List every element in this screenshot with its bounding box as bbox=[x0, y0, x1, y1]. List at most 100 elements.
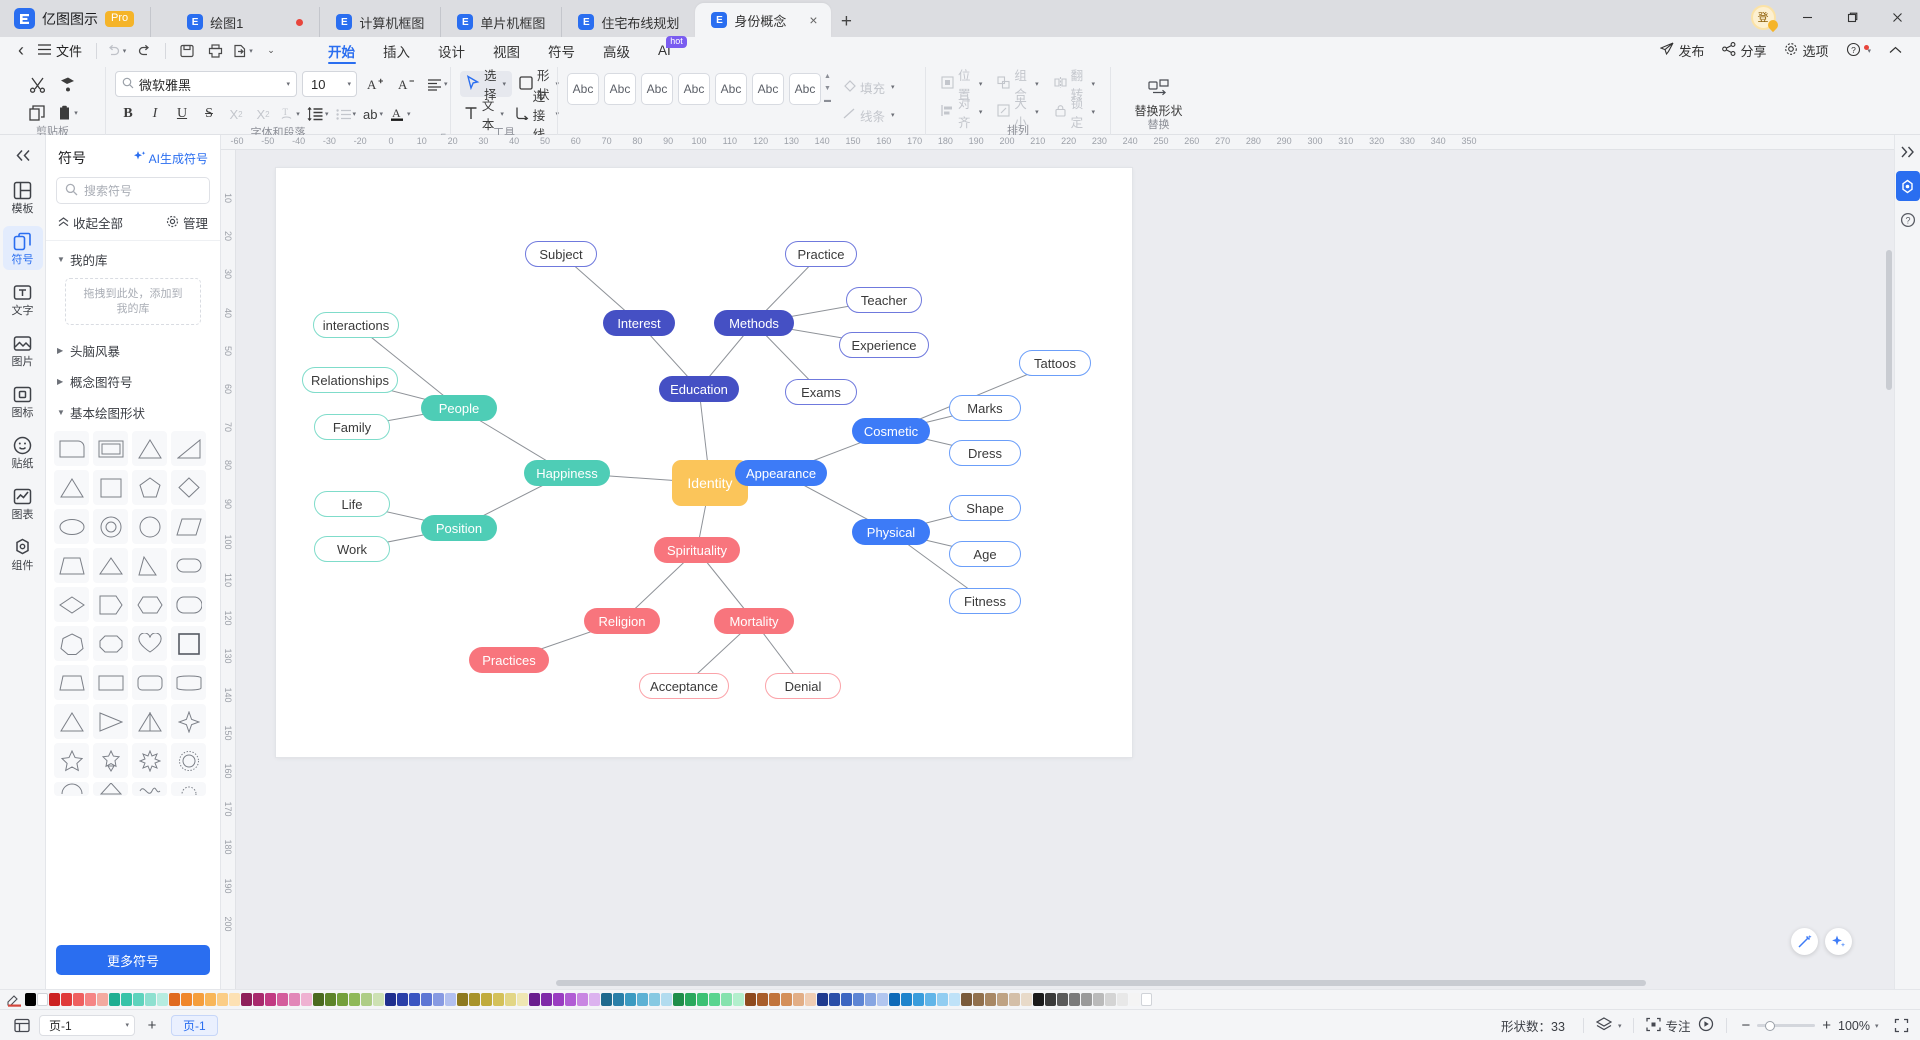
mindmap-node[interactable]: Work bbox=[314, 536, 390, 562]
options-button[interactable]: 选项 bbox=[1776, 41, 1836, 60]
sidebar-item-templates[interactable]: 模板 bbox=[3, 175, 43, 219]
color-swatch[interactable] bbox=[181, 993, 192, 1006]
color-swatch[interactable] bbox=[685, 993, 696, 1006]
color-swatch[interactable] bbox=[133, 993, 144, 1006]
color-swatch[interactable] bbox=[1033, 993, 1044, 1006]
color-swatch[interactable] bbox=[661, 993, 672, 1006]
chevron-double-left-icon[interactable] bbox=[6, 141, 40, 169]
mindmap-node[interactable]: Tattoos bbox=[1019, 350, 1091, 376]
sidebar-item-icons[interactable]: 图标 bbox=[3, 379, 43, 423]
color-swatch[interactable] bbox=[901, 993, 912, 1006]
color-swatch[interactable] bbox=[937, 993, 948, 1006]
align-objects-button[interactable]: 对齐 ▾ bbox=[935, 97, 988, 130]
mindmap-node[interactable]: Teacher bbox=[846, 287, 922, 313]
strikethrough-button[interactable]: S bbox=[196, 101, 222, 127]
shape-partial-circle[interactable] bbox=[54, 782, 89, 796]
collapse-all-button[interactable]: 收起全部 bbox=[58, 213, 123, 232]
subscript-button[interactable]: X2 bbox=[250, 101, 276, 127]
color-swatch[interactable] bbox=[409, 993, 420, 1006]
mindmap-node[interactable]: Marks bbox=[949, 395, 1021, 421]
doc-tab-4-active[interactable]: E 身份概念 × bbox=[695, 3, 832, 37]
color-swatch[interactable] bbox=[781, 993, 792, 1006]
color-swatch[interactable] bbox=[505, 993, 516, 1006]
mindmap-node[interactable]: Spirituality bbox=[654, 537, 740, 563]
color-swatch[interactable] bbox=[529, 993, 540, 1006]
shape-pentagon[interactable] bbox=[132, 470, 167, 505]
color-swatch[interactable] bbox=[889, 993, 900, 1006]
color-swatch[interactable] bbox=[817, 993, 828, 1006]
color-swatch[interactable] bbox=[229, 993, 240, 1006]
color-swatch[interactable] bbox=[913, 993, 924, 1006]
color-picker-icon[interactable] bbox=[3, 991, 25, 1009]
section-header[interactable]: ▶ 头脑风暴 bbox=[57, 341, 209, 360]
shape-cloud-rect[interactable] bbox=[93, 626, 128, 661]
ribbon-tab-advanced[interactable]: 高级 bbox=[589, 37, 644, 64]
color-swatch[interactable] bbox=[805, 993, 816, 1006]
color-swatch[interactable] bbox=[625, 993, 636, 1006]
color-swatch[interactable] bbox=[853, 993, 864, 1006]
shape-star-5[interactable] bbox=[54, 743, 89, 778]
color-swatch[interactable] bbox=[517, 993, 528, 1006]
shape-pill[interactable] bbox=[171, 548, 206, 583]
color-swatch[interactable] bbox=[757, 993, 768, 1006]
collapse-ribbon-button[interactable] bbox=[1881, 43, 1910, 58]
color-swatch[interactable] bbox=[145, 993, 156, 1006]
mindmap-node[interactable]: Experience bbox=[839, 332, 929, 358]
color-swatch[interactable] bbox=[577, 993, 588, 1006]
horizontal-scrollbar[interactable] bbox=[556, 980, 1646, 986]
color-swatch[interactable] bbox=[1009, 993, 1020, 1006]
shape-star-6[interactable] bbox=[93, 743, 128, 778]
style-swatch[interactable]: Abc bbox=[752, 73, 784, 105]
color-swatch[interactable] bbox=[157, 993, 168, 1006]
color-swatch[interactable] bbox=[697, 993, 708, 1006]
color-swatch[interactable] bbox=[961, 993, 972, 1006]
page-select-dropdown[interactable]: 页-1 ▾ bbox=[39, 1014, 135, 1036]
search-symbol-field[interactable] bbox=[56, 177, 210, 204]
sidebar-item-charts[interactable]: 图表 bbox=[3, 481, 43, 525]
superscript-button[interactable]: X2 bbox=[223, 101, 249, 127]
shape-pentagon-2[interactable] bbox=[93, 587, 128, 622]
mindmap-node[interactable]: Fitness bbox=[949, 588, 1021, 614]
shape-triangle-2[interactable] bbox=[54, 470, 89, 505]
color-swatch[interactable] bbox=[445, 993, 456, 1006]
color-swatch[interactable] bbox=[745, 993, 756, 1006]
color-swatch[interactable] bbox=[1129, 993, 1140, 1006]
close-tab-icon[interactable]: × bbox=[805, 13, 821, 27]
shape-square[interactable] bbox=[93, 470, 128, 505]
save-button[interactable] bbox=[174, 39, 200, 63]
lock-button[interactable]: 锁定 ▾ bbox=[1048, 97, 1101, 130]
zoom-value-dropdown[interactable]: 100% ▾ bbox=[1838, 1019, 1886, 1033]
color-swatch[interactable] bbox=[1141, 993, 1152, 1006]
my-library-dropzone[interactable]: 拖拽到此处，添加到 我的库 bbox=[65, 278, 201, 325]
mindmap-node[interactable]: Exams bbox=[785, 379, 857, 405]
zoom-slider[interactable]: − + bbox=[1741, 1017, 1831, 1034]
shape-star-8[interactable] bbox=[132, 743, 167, 778]
paste-button[interactable]: ▾ bbox=[54, 100, 81, 126]
color-swatch[interactable] bbox=[349, 993, 360, 1006]
bullet-list-button[interactable]: ▾ bbox=[333, 101, 360, 127]
mindmap-node[interactable]: Cosmetic bbox=[852, 418, 930, 444]
color-swatch[interactable] bbox=[733, 993, 744, 1006]
ribbon-tab-home[interactable]: 开始 bbox=[314, 37, 369, 64]
color-swatch[interactable] bbox=[205, 993, 216, 1006]
select-tool-button[interactable]: 选择 ▾ bbox=[460, 69, 513, 102]
font-name-combo[interactable]: 微软雅黑 ▾ bbox=[115, 71, 297, 97]
undo-button[interactable]: ▾ bbox=[103, 39, 129, 63]
font-size-combo[interactable]: 10 ▾ bbox=[302, 71, 357, 97]
shape-circle[interactable] bbox=[132, 509, 167, 544]
color-swatch[interactable] bbox=[793, 993, 804, 1006]
color-swatch[interactable] bbox=[589, 993, 600, 1006]
ribbon-tab-symbols[interactable]: 符号 bbox=[534, 37, 589, 64]
shape-triangle-4[interactable] bbox=[54, 704, 89, 739]
mindmap-node[interactable]: Subject bbox=[525, 241, 597, 267]
color-swatch[interactable] bbox=[565, 993, 576, 1006]
chevron-down-icon[interactable]: ▼ bbox=[824, 85, 831, 93]
shape-rounded-rect[interactable] bbox=[54, 431, 89, 466]
shape-heart[interactable] bbox=[132, 626, 167, 661]
shape-donut[interactable] bbox=[93, 509, 128, 544]
shape-trapezoid-2[interactable] bbox=[54, 665, 89, 700]
file-menu-button[interactable]: 文件 bbox=[34, 41, 90, 60]
close-button[interactable] bbox=[1875, 0, 1920, 34]
mindmap-node[interactable]: Practices bbox=[469, 647, 549, 673]
account-button[interactable]: 登 bbox=[1741, 0, 1785, 34]
